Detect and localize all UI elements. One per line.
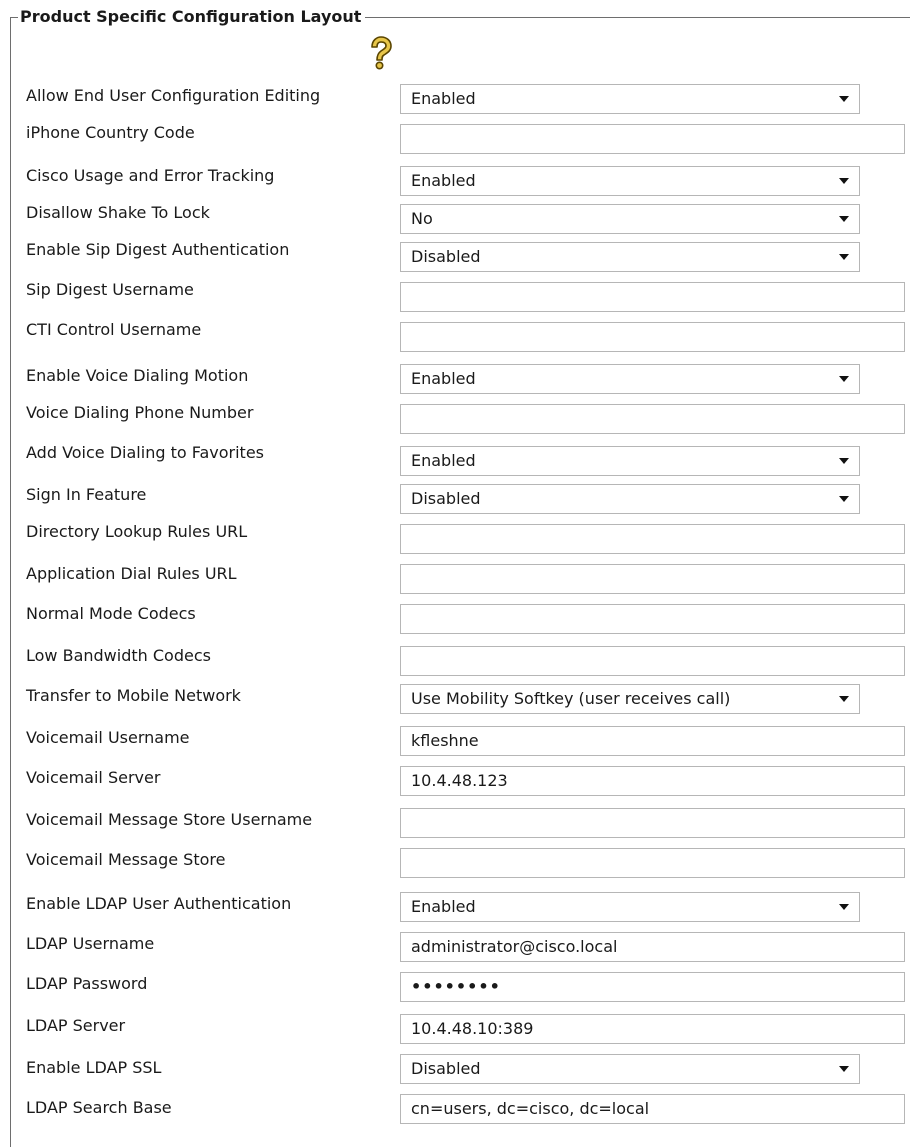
cisco-usage-and-error-tracking-label: Cisco Usage and Error Tracking (26, 166, 275, 185)
add-voice-dialing-to-favorites-label: Add Voice Dialing to Favorites (26, 443, 264, 462)
ldap-password-label: LDAP Password (26, 974, 148, 993)
ldap-search-base-value: cn=users, dc=cisco, dc=local (411, 1099, 650, 1118)
cisco-usage-and-error-tracking-select[interactable]: Enabled (400, 166, 860, 196)
enable-voice-dialing-motion-select[interactable]: Enabled (400, 364, 860, 394)
voicemail-username-label: Voicemail Username (26, 728, 190, 747)
disallow-shake-to-lock-label: Disallow Shake To Lock (26, 203, 210, 222)
low-bandwidth-codecs-input[interactable] (400, 646, 905, 676)
enable-sip-digest-authentication-selected-value: Disabled (411, 247, 481, 266)
low-bandwidth-codecs-label: Low Bandwidth Codecs (26, 646, 211, 665)
dropdown-arrow-icon (839, 216, 849, 222)
question-mark-help-icon[interactable] (366, 36, 394, 70)
ldap-username-label: LDAP Username (26, 934, 155, 953)
dropdown-arrow-icon (839, 496, 849, 502)
voicemail-username-input[interactable]: kfleshne (400, 726, 905, 756)
ldap-search-base-label: LDAP Search Base (26, 1098, 172, 1117)
dropdown-arrow-icon (839, 1066, 849, 1072)
voice-dialing-phone-number-input[interactable] (400, 404, 905, 434)
add-voice-dialing-to-favorites-select[interactable]: Enabled (400, 446, 860, 476)
ldap-password-value: •••••••• (411, 977, 501, 996)
ldap-username-input[interactable]: administrator@cisco.local (400, 932, 905, 962)
disallow-shake-to-lock-selected-value: No (411, 209, 433, 228)
directory-lookup-rules-url-input[interactable] (400, 524, 905, 554)
voicemail-message-store-label: Voicemail Message Store (26, 850, 226, 869)
sign-in-feature-selected-value: Disabled (411, 489, 481, 508)
cti-control-username-label: CTI Control Username (26, 320, 202, 339)
voicemail-server-input[interactable]: 10.4.48.123 (400, 766, 905, 796)
voicemail-message-store-username-input[interactable] (400, 808, 905, 838)
cti-control-username-input[interactable] (400, 322, 905, 352)
allow-end-user-configuration-editing-selected-value: Enabled (411, 89, 476, 108)
disallow-shake-to-lock-select[interactable]: No (400, 204, 860, 234)
iphone-country-code-label: iPhone Country Code (26, 123, 195, 142)
enable-ldap-ssl-selected-value: Disabled (411, 1059, 481, 1078)
enable-sip-digest-authentication-label: Enable Sip Digest Authentication (26, 240, 290, 259)
dropdown-arrow-icon (839, 696, 849, 702)
allow-end-user-configuration-editing-label: Allow End User Configuration Editing (26, 86, 321, 105)
dropdown-arrow-icon (839, 904, 849, 910)
application-dial-rules-url-input[interactable] (400, 564, 905, 594)
enable-voice-dialing-motion-selected-value: Enabled (411, 369, 476, 388)
sign-in-feature-label: Sign In Feature (26, 485, 147, 504)
dropdown-arrow-icon (839, 376, 849, 382)
enable-ldap-user-authentication-label: Enable LDAP User Authentication (26, 894, 292, 913)
enable-ldap-user-authentication-select[interactable]: Enabled (400, 892, 860, 922)
transfer-to-mobile-network-selected-value: Use Mobility Softkey (user receives call… (411, 689, 731, 708)
transfer-to-mobile-network-select[interactable]: Use Mobility Softkey (user receives call… (400, 684, 860, 714)
voicemail-server-label: Voicemail Server (26, 768, 161, 787)
ldap-password-password-input[interactable]: •••••••• (400, 972, 905, 1002)
allow-end-user-configuration-editing-select[interactable]: Enabled (400, 84, 860, 114)
application-dial-rules-url-label: Application Dial Rules URL (26, 564, 237, 583)
add-voice-dialing-to-favorites-selected-value: Enabled (411, 451, 476, 470)
normal-mode-codecs-label: Normal Mode Codecs (26, 604, 196, 623)
cisco-usage-and-error-tracking-selected-value: Enabled (411, 171, 476, 190)
voicemail-username-value: kfleshne (411, 731, 479, 750)
ldap-search-base-input[interactable]: cn=users, dc=cisco, dc=local (400, 1094, 905, 1124)
enable-voice-dialing-motion-label: Enable Voice Dialing Motion (26, 366, 249, 385)
directory-lookup-rules-url-label: Directory Lookup Rules URL (26, 522, 248, 541)
voicemail-server-value: 10.4.48.123 (411, 771, 508, 790)
sign-in-feature-select[interactable]: Disabled (400, 484, 860, 514)
transfer-to-mobile-network-label: Transfer to Mobile Network (26, 686, 241, 705)
dropdown-arrow-icon (839, 254, 849, 260)
enable-ldap-ssl-label: Enable LDAP SSL (26, 1058, 162, 1077)
normal-mode-codecs-input[interactable] (400, 604, 905, 634)
iphone-country-code-input[interactable] (400, 124, 905, 154)
ldap-server-input[interactable]: 10.4.48.10:389 (400, 1014, 905, 1044)
voicemail-message-store-username-label: Voicemail Message Store Username (26, 810, 313, 829)
dropdown-arrow-icon (839, 458, 849, 464)
enable-ldap-ssl-select[interactable]: Disabled (400, 1054, 860, 1084)
voice-dialing-phone-number-label: Voice Dialing Phone Number (26, 403, 254, 422)
dropdown-arrow-icon (839, 96, 849, 102)
ldap-server-label: LDAP Server (26, 1016, 126, 1035)
enable-ldap-user-authentication-selected-value: Enabled (411, 897, 476, 916)
ldap-username-value: administrator@cisco.local (411, 937, 618, 956)
enable-sip-digest-authentication-select[interactable]: Disabled (400, 242, 860, 272)
sip-digest-username-label: Sip Digest Username (26, 280, 194, 299)
section-title: Product Specific Configuration Layout (18, 6, 366, 28)
sip-digest-username-input[interactable] (400, 282, 905, 312)
dropdown-arrow-icon (839, 178, 849, 184)
voicemail-message-store-input[interactable] (400, 848, 905, 878)
ldap-server-value: 10.4.48.10:389 (411, 1019, 534, 1038)
